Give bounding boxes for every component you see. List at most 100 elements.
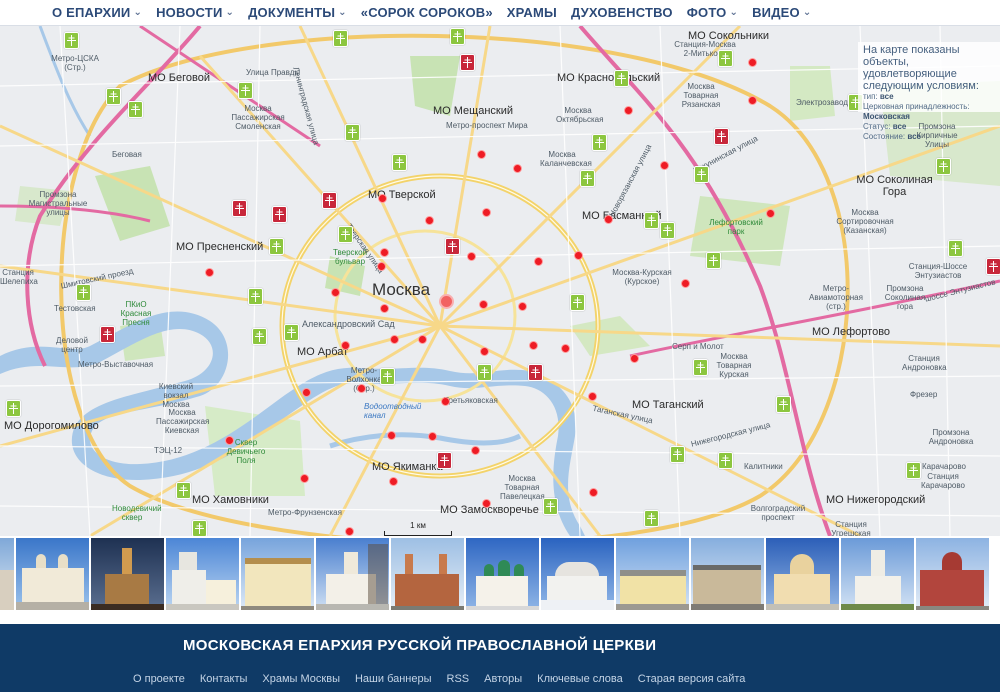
footer-link-old-version[interactable]: Старая версия сайта <box>638 673 746 685</box>
church-marker[interactable] <box>333 30 348 47</box>
object-dot[interactable] <box>479 300 488 309</box>
church-marker[interactable] <box>718 452 733 469</box>
object-dot[interactable] <box>529 341 538 350</box>
object-dot[interactable] <box>205 268 214 277</box>
object-dot[interactable] <box>341 341 350 350</box>
object-dot[interactable] <box>477 150 486 159</box>
nav-item-about[interactable]: О ЕПАРХИИ ⌄ <box>52 5 142 20</box>
footer-link-moscow-churches[interactable]: Храмы Москвы <box>262 673 340 685</box>
church-marker[interactable] <box>570 294 585 311</box>
footer-link-contacts[interactable]: Контакты <box>200 673 248 685</box>
church-marker[interactable] <box>238 82 253 99</box>
nav-item-video[interactable]: ВИДЕО ⌄ <box>752 5 811 20</box>
church-marker[interactable] <box>128 101 143 118</box>
church-marker[interactable] <box>450 28 465 45</box>
object-dot[interactable] <box>766 209 775 218</box>
church-marker[interactable] <box>338 226 353 243</box>
object-dot[interactable] <box>480 347 489 356</box>
object-dot[interactable] <box>589 488 598 497</box>
church-marker-red[interactable] <box>714 128 729 145</box>
church-marker-red[interactable] <box>232 200 247 217</box>
church-marker[interactable] <box>718 50 733 67</box>
church-marker[interactable] <box>392 154 407 171</box>
church-marker[interactable] <box>76 284 91 301</box>
church-marker[interactable] <box>106 88 121 105</box>
gallery-thumbnail[interactable] <box>241 538 314 610</box>
church-marker-red[interactable] <box>437 452 452 469</box>
object-dot[interactable] <box>225 436 234 445</box>
object-dot[interactable] <box>588 392 597 401</box>
object-dot[interactable] <box>441 397 450 406</box>
church-marker-red[interactable] <box>100 326 115 343</box>
object-dot[interactable] <box>380 304 389 313</box>
nav-item-news[interactable]: НОВОСТИ ⌄ <box>156 5 234 20</box>
church-marker[interactable] <box>6 400 21 417</box>
church-marker[interactable] <box>252 328 267 345</box>
church-map[interactable]: Москва МО Беговой МО Красносельский МО С… <box>0 26 1000 536</box>
gallery-thumbnail[interactable] <box>616 538 689 610</box>
footer-link-authors[interactable]: Авторы <box>484 673 522 685</box>
gallery-thumbnail[interactable] <box>541 538 614 610</box>
church-marker[interactable] <box>477 364 492 381</box>
church-marker[interactable] <box>248 288 263 305</box>
object-dot[interactable] <box>748 96 757 105</box>
object-dot[interactable] <box>630 354 639 363</box>
church-marker[interactable] <box>694 166 709 183</box>
church-marker[interactable] <box>706 252 721 269</box>
nav-item-churches[interactable]: ХРАМЫ <box>507 5 557 20</box>
object-dot[interactable] <box>604 215 613 224</box>
object-dot[interactable] <box>534 257 543 266</box>
gallery-thumbnail[interactable] <box>16 538 89 610</box>
church-marker[interactable] <box>644 510 659 527</box>
object-dot[interactable] <box>378 194 387 203</box>
gallery-thumbnail[interactable] <box>91 538 164 610</box>
object-dot[interactable] <box>377 262 386 271</box>
church-marker[interactable] <box>644 212 659 229</box>
object-dot[interactable] <box>660 161 669 170</box>
object-dot[interactable] <box>471 446 480 455</box>
church-marker[interactable] <box>614 70 629 87</box>
object-dot[interactable] <box>482 499 491 508</box>
object-dot[interactable] <box>518 302 527 311</box>
church-marker[interactable] <box>776 396 791 413</box>
church-marker[interactable] <box>948 240 963 257</box>
object-dot[interactable] <box>345 527 354 536</box>
church-marker[interactable] <box>660 222 675 239</box>
object-dot[interactable] <box>390 335 399 344</box>
nav-item-photo[interactable]: ФОТО ⌄ <box>687 5 738 20</box>
footer-link-banners[interactable]: Наши баннеры <box>355 673 432 685</box>
church-marker-red[interactable] <box>445 238 460 255</box>
church-marker[interactable] <box>269 238 284 255</box>
gallery-thumbnail[interactable] <box>841 538 914 610</box>
object-dot[interactable] <box>380 248 389 257</box>
object-dot[interactable] <box>624 106 633 115</box>
object-dot[interactable] <box>467 252 476 261</box>
object-dot[interactable] <box>418 335 427 344</box>
gallery-thumbnail[interactable] <box>316 538 389 610</box>
object-dot[interactable] <box>748 58 757 67</box>
nav-item-documents[interactable]: ДОКУМЕНТЫ ⌄ <box>248 5 347 20</box>
church-marker[interactable] <box>906 462 921 479</box>
gallery-thumbnail[interactable] <box>916 538 989 610</box>
church-marker-red[interactable] <box>986 258 1000 275</box>
footer-link-about[interactable]: О проекте <box>133 673 185 685</box>
church-marker-red[interactable] <box>460 54 475 71</box>
church-marker-red[interactable] <box>322 192 337 209</box>
church-marker[interactable] <box>284 324 299 341</box>
object-dot[interactable] <box>482 208 491 217</box>
church-marker[interactable] <box>192 520 207 536</box>
object-dot[interactable] <box>425 216 434 225</box>
church-marker[interactable] <box>64 32 79 49</box>
church-marker[interactable] <box>176 482 191 499</box>
gallery-thumbnail[interactable] <box>766 538 839 610</box>
object-dot[interactable] <box>357 384 366 393</box>
object-dot[interactable] <box>574 251 583 260</box>
gallery-thumbnail[interactable] <box>466 538 539 610</box>
object-dot[interactable] <box>389 477 398 486</box>
nav-item-clergy[interactable]: ДУХОВЕНСТВО <box>571 5 673 20</box>
church-marker[interactable] <box>380 368 395 385</box>
church-marker[interactable] <box>936 158 951 175</box>
church-marker[interactable] <box>592 134 607 151</box>
object-dot[interactable] <box>387 431 396 440</box>
church-marker[interactable] <box>670 446 685 463</box>
